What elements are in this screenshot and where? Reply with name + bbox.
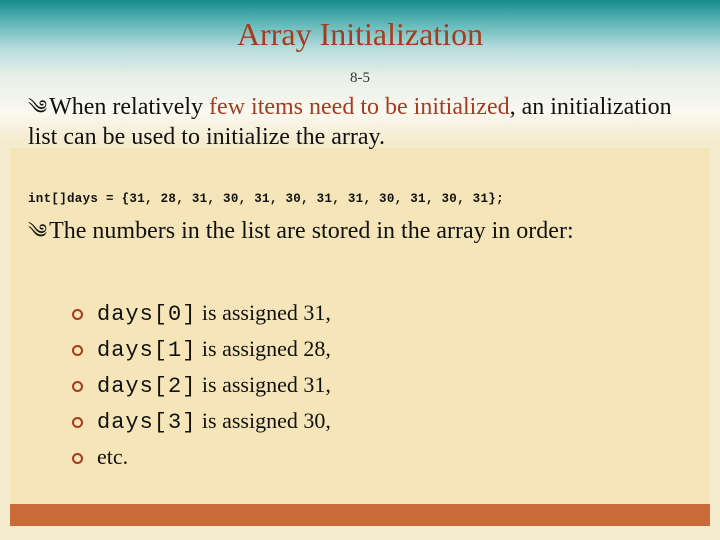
- list-item-text: is assigned 31,: [196, 372, 330, 397]
- list-item-code: days[0]: [97, 302, 196, 327]
- slide-title: Array Initialization: [0, 16, 720, 53]
- list-item-text: is assigned 30,: [196, 408, 330, 433]
- page-number: 8-5: [0, 70, 720, 87]
- para1-emph: few items need to be initialized: [209, 94, 510, 120]
- list-item: days[2] is assigned 31,: [72, 368, 700, 404]
- sublist: days[0] is assigned 31, days[1] is assig…: [72, 296, 700, 476]
- hollow-bullet-icon: [72, 417, 83, 428]
- paragraph-1: ༄When relatively few items need to be in…: [28, 92, 700, 152]
- list-item-code: days[3]: [97, 410, 196, 435]
- list-item: days[0] is assigned 31,: [72, 296, 700, 332]
- para1-pre: When relatively: [49, 94, 209, 120]
- list-item-code: days[2]: [97, 374, 196, 399]
- list-item: days[3] is assigned 30,: [72, 404, 700, 440]
- paragraph-2: ༄The numbers in the list are stored in t…: [28, 216, 700, 246]
- list-item: etc.: [72, 440, 700, 476]
- list-item-code: days[1]: [97, 338, 196, 363]
- bullet-icon: ༄: [28, 97, 47, 119]
- hollow-bullet-icon: [72, 345, 83, 356]
- hollow-bullet-icon: [72, 381, 83, 392]
- hollow-bullet-icon: [72, 309, 83, 320]
- bullet-icon: ༄: [28, 221, 47, 243]
- list-item: days[1] is assigned 28,: [72, 332, 700, 368]
- list-item-text: etc.: [97, 444, 128, 469]
- para2-text: The numbers in the list are stored in th…: [49, 218, 574, 244]
- list-item-text: is assigned 28,: [196, 336, 330, 361]
- list-item-text: is assigned 31,: [196, 300, 330, 325]
- code-line: int[]days = {31, 28, 31, 30, 31, 30, 31,…: [28, 192, 700, 206]
- footer-bar: [10, 504, 710, 526]
- hollow-bullet-icon: [72, 453, 83, 464]
